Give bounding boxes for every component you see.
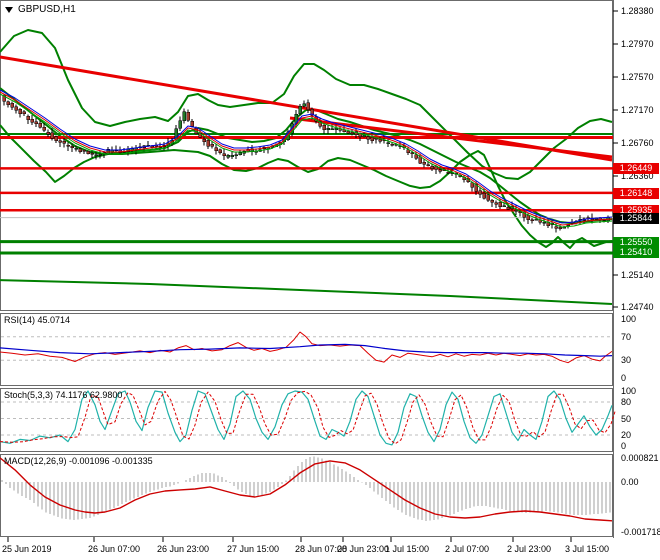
price-tick-label: 1.26760 — [621, 138, 654, 148]
time-tick-label: 2 Jul 23:00 — [507, 544, 552, 554]
chart-canvas[interactable] — [0, 0, 660, 560]
rsi-tick-label: 70 — [621, 331, 632, 342]
price-tick-label: 1.27570 — [621, 72, 654, 82]
rsi-tick-label: 0 — [621, 373, 627, 383]
macd-tick-label: -0.001718 — [621, 527, 660, 537]
time-tick-label: 28 Jun 23:00 — [337, 544, 390, 554]
time-tick-label: 26 Jun 07:00 — [88, 544, 141, 554]
time-tick-label: 26 Jun 23:00 — [157, 544, 210, 554]
rsi-tick-label: 30 — [621, 355, 632, 366]
time-tick-label: 3 Jul 15:00 — [565, 544, 610, 554]
stoch-tick-label: 50 — [621, 413, 632, 424]
rsi-label: RSI(14) 45.0714 — [4, 315, 71, 325]
symbol-title: GBPUSD,H1 — [18, 4, 76, 15]
price-tick-label: 1.27970 — [621, 39, 654, 49]
price-level-badge: 1.25410 — [613, 247, 659, 258]
time-tick-label: 1 Jul 15:00 — [385, 544, 430, 554]
macd-tick-label: 0.000821 — [621, 453, 659, 463]
price-level-badge: 1.25844 — [613, 213, 659, 224]
price-tick-label: 1.28380 — [621, 6, 654, 16]
time-tick-label: 27 Jun 15:00 — [227, 544, 280, 554]
price-tick-label: 1.25140 — [621, 270, 654, 280]
trading-chart-window: GBPUSD,H1 RSI(14) 45.0714 Stoch(5,3,3) 7… — [0, 0, 660, 560]
stoch-tick-label: 100 — [621, 386, 637, 396]
price-level-badge: 1.26449 — [613, 163, 659, 174]
price-level-badge: 1.26148 — [613, 188, 659, 199]
stoch-tick-label: 0 — [621, 441, 627, 451]
macd-label: MACD(12,26,9) -0.001096 -0.001335 — [4, 456, 153, 466]
time-tick-label: 25 Jun 2019 — [2, 544, 52, 554]
stoch-tick-label: 20 — [621, 430, 632, 440]
dropdown-arrow-icon — [5, 6, 13, 13]
stoch-tick-label: 80 — [621, 397, 632, 407]
macd-tick-label: 0.00 — [621, 476, 639, 487]
symbol-timeframe-selector[interactable]: GBPUSD,H1 — [5, 4, 76, 15]
price-tick-label: 1.24740 — [621, 302, 654, 312]
rsi-tick-label: 100 — [621, 314, 637, 324]
long-term-green-trendline[interactable] — [0, 279, 613, 305]
rsi-panel-frame — [0, 313, 613, 386]
time-tick-label: 2 Jul 07:00 — [445, 544, 490, 554]
price-tick-label: 1.27170 — [621, 105, 654, 115]
stoch-label: Stoch(5,3,3) 74.1176 62.9800 — [4, 390, 123, 400]
